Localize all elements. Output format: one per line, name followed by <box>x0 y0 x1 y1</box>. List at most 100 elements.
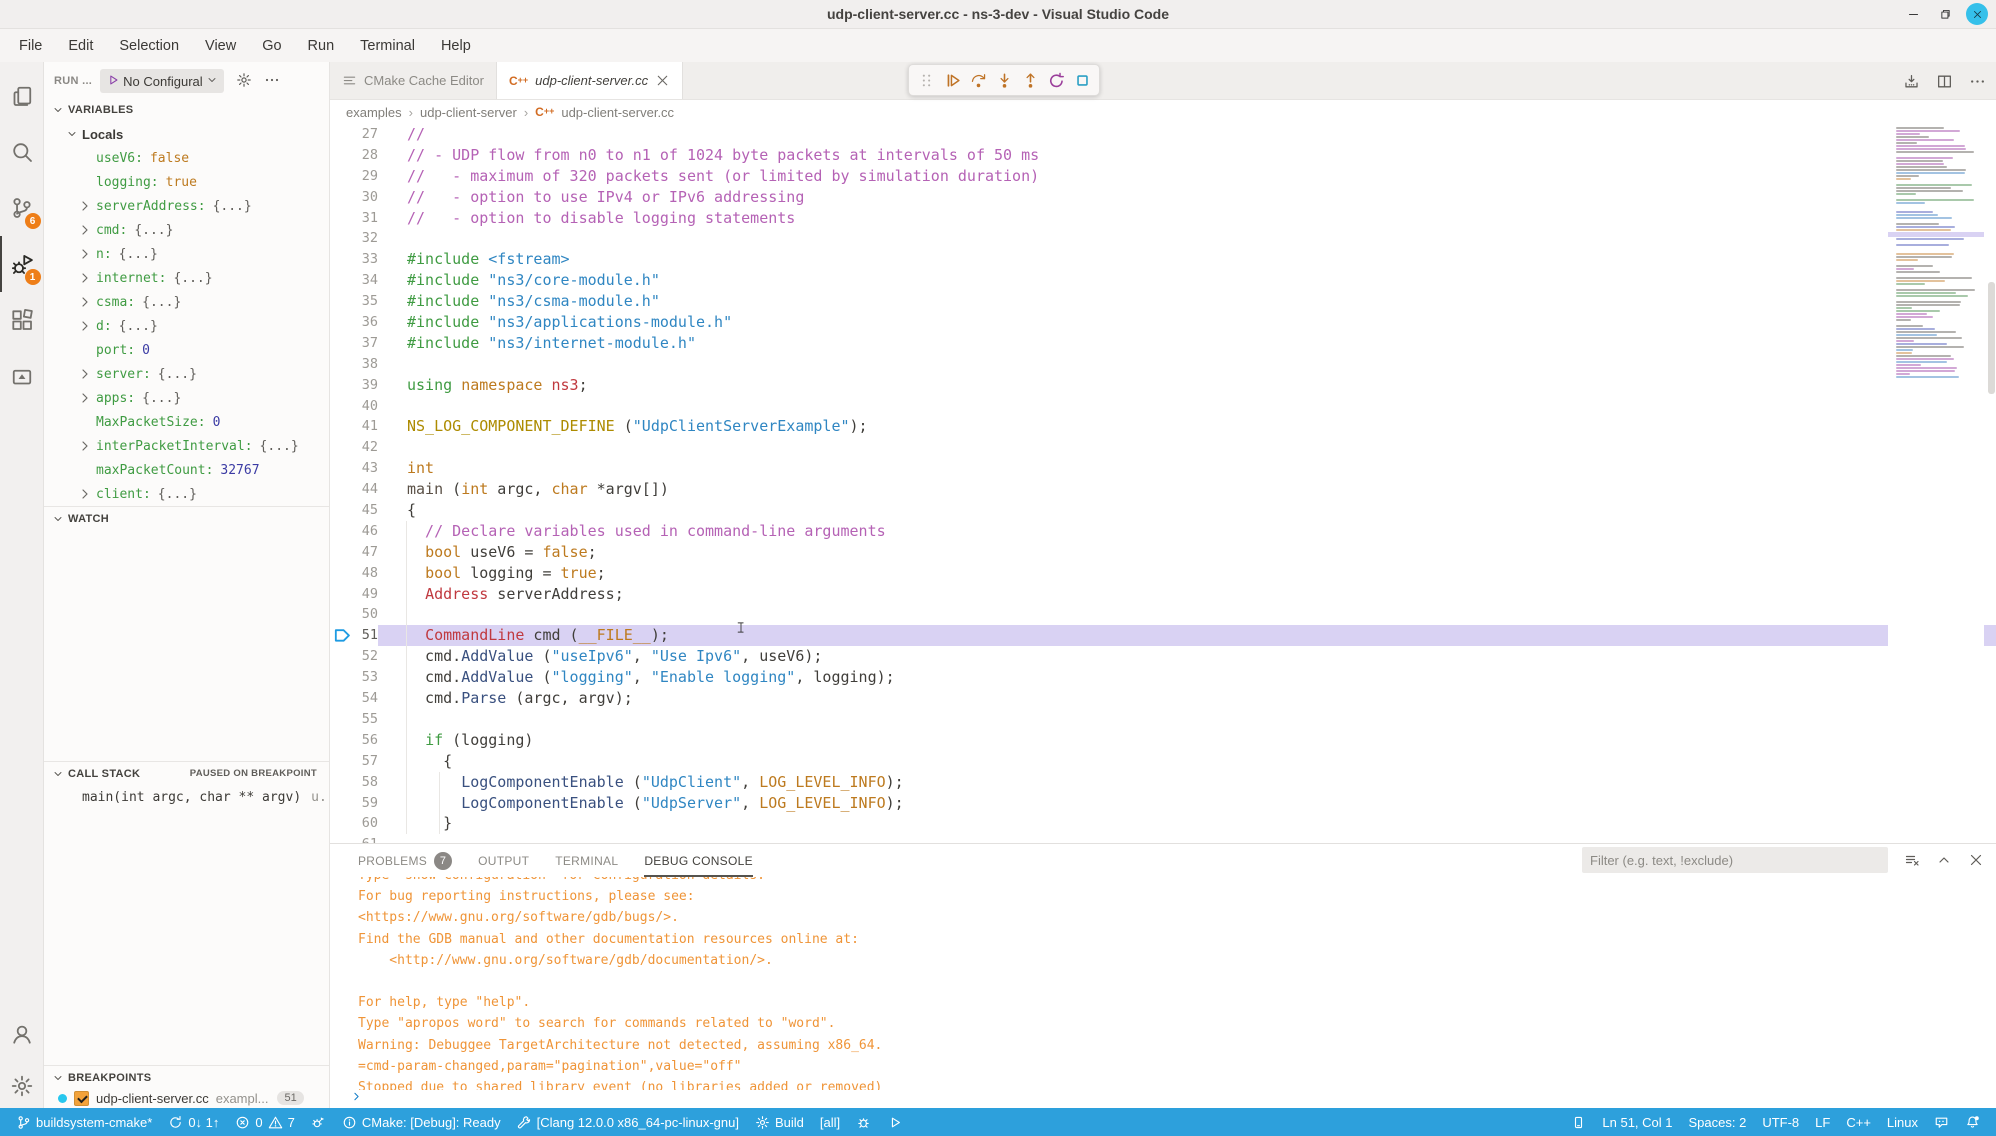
variable-row[interactable]: server:{...} <box>44 362 329 386</box>
activitybar-item-search[interactable] <box>0 124 44 180</box>
close-panel-icon[interactable] <box>1968 852 1984 868</box>
run-in-panel-icon[interactable] <box>1903 73 1920 90</box>
launch-config-dropdown[interactable]: No Configural <box>100 69 224 93</box>
status-item-debug-alt-icon[interactable] <box>303 1115 334 1130</box>
menu-item-file[interactable]: File <box>6 38 55 54</box>
status-item-build[interactable]: Build <box>747 1115 812 1130</box>
status-item-buildsystem-cmake[interactable]: buildsystem-cmake* <box>8 1115 160 1130</box>
breakpoints-section-header[interactable]: BREAKPOINTS <box>44 1065 329 1089</box>
scrollbar-thumb[interactable] <box>1988 282 1995 394</box>
code-line[interactable]: 47 bool useV6 = false; <box>330 542 1996 563</box>
code-line[interactable]: 46 // Declare variables used in command-… <box>330 521 1996 542</box>
status-item-linux[interactable]: Linux <box>1879 1115 1926 1130</box>
menu-item-edit[interactable]: Edit <box>55 38 106 54</box>
code-line[interactable]: 57 { <box>330 751 1996 772</box>
code-line[interactable]: 40 <box>330 396 1996 417</box>
debug-console-output[interactable]: Type "show configuration" for configurat… <box>330 877 1996 1090</box>
debug-more-actions-button[interactable] <box>264 72 280 91</box>
breadcrumb-item-udp-client-server-cc[interactable]: udp-client-server.cc <box>561 105 674 120</box>
variables-section-header[interactable]: VARIABLES <box>44 98 329 122</box>
status-item-feedback-icon[interactable] <box>1926 1115 1957 1130</box>
code-line[interactable]: 45{ <box>330 500 1996 521</box>
more-actions-icon[interactable] <box>1969 73 1986 90</box>
title-bar[interactable]: udp-client-server.cc - ns-3-dev - Visual… <box>0 0 1996 29</box>
step-over-button[interactable] <box>970 72 987 89</box>
stop-button[interactable] <box>1074 72 1091 89</box>
continue-button[interactable] <box>944 72 961 89</box>
code-line[interactable]: 59 LogComponentEnable ("UdpServer", LOG_… <box>330 793 1996 814</box>
variables-scope-locals[interactable]: Locals <box>44 122 329 146</box>
code-line[interactable]: 51 CommandLine cmd (__FILE__); <box>330 625 1996 646</box>
restore-button[interactable] <box>1934 3 1956 25</box>
code-line[interactable]: 43int <box>330 458 1996 479</box>
menu-item-selection[interactable]: Selection <box>106 38 192 54</box>
panel-tab-debug-console[interactable]: DEBUG CONSOLE <box>644 844 753 877</box>
code-line[interactable]: 41NS_LOG_COMPONENT_DEFINE ("UdpClientSer… <box>330 416 1996 437</box>
code-line[interactable]: 52 cmd.AddValue ("useIpv6", "Use Ipv6", … <box>330 646 1996 667</box>
code-line[interactable]: 37#include "ns3/internet-module.h" <box>330 333 1996 354</box>
menu-item-go[interactable]: Go <box>249 38 294 54</box>
debug-settings-gear-button[interactable] <box>236 72 252 91</box>
status-item-0[interactable]: 07 <box>227 1115 302 1130</box>
variable-row[interactable]: n:{...} <box>44 242 329 266</box>
variable-row[interactable]: csma:{...} <box>44 290 329 314</box>
code-line[interactable]: 35#include "ns3/csma-module.h" <box>330 291 1996 312</box>
code-line[interactable]: 28// - UDP flow from n0 to n1 of 1024 by… <box>330 145 1996 166</box>
variable-row[interactable]: client:{...} <box>44 482 329 506</box>
variable-row[interactable]: logging:true <box>44 170 329 194</box>
status-item-cmake-debug-ready[interactable]: CMake: [Debug]: Ready <box>334 1115 509 1130</box>
breadcrumb-item-udp-client-server[interactable]: udp-client-server <box>420 105 517 120</box>
code-editor[interactable]: 27//28// - UDP flow from n0 to n1 of 102… <box>330 124 1996 843</box>
menu-item-view[interactable]: View <box>192 38 249 54</box>
menu-item-run[interactable]: Run <box>295 38 348 54</box>
panel-tab-problems[interactable]: PROBLEMS7 <box>358 844 452 877</box>
code-line[interactable]: 55 <box>330 709 1996 730</box>
variable-row[interactable]: apps:{...} <box>44 386 329 410</box>
split-editor-icon[interactable] <box>1936 73 1953 90</box>
breakpoint-item[interactable]: udp-client-server.cc exampl... 51 <box>44 1087 329 1108</box>
close-button[interactable] <box>1966 3 1988 25</box>
minimap[interactable] <box>1888 124 1984 843</box>
console-prompt[interactable] <box>350 1090 363 1106</box>
call-stack-frame[interactable]: main(int argc, char ** argv) u. <box>44 785 329 809</box>
status-item-c[interactable]: C++ <box>1838 1115 1879 1130</box>
menu-item-help[interactable]: Help <box>428 38 484 54</box>
code-line[interactable]: 36#include "ns3/applications-module.h" <box>330 312 1996 333</box>
tab-cmake-cache-editor[interactable]: CMake Cache Editor <box>330 62 497 99</box>
restart-button[interactable] <box>1048 72 1065 89</box>
code-line[interactable]: 29// - maximum of 320 packets sent (or l… <box>330 166 1996 187</box>
status-item-bug-icon[interactable] <box>848 1115 879 1130</box>
variable-row[interactable]: MaxPacketSize:0 <box>44 410 329 434</box>
code-line[interactable]: 33#include <fstream> <box>330 249 1996 270</box>
panel-tab-terminal[interactable]: TERMINAL <box>555 844 618 877</box>
watch-section-header[interactable]: WATCH <box>44 506 329 530</box>
variable-row[interactable]: useV6:false <box>44 146 329 170</box>
status-item-all[interactable]: [all] <box>812 1115 848 1130</box>
code-line[interactable]: 39using namespace ns3; <box>330 375 1996 396</box>
breakpoint-checkbox[interactable] <box>74 1091 89 1106</box>
code-line[interactable]: 34#include "ns3/core-module.h" <box>330 270 1996 291</box>
activitybar-item-extensions[interactable] <box>0 292 44 348</box>
drag-handle-button[interactable] <box>918 72 935 89</box>
code-line[interactable]: 27// <box>330 124 1996 145</box>
variable-row[interactable]: d:{...} <box>44 314 329 338</box>
step-into-button[interactable] <box>996 72 1013 89</box>
activitybar-item-source-control[interactable]: 6 <box>0 180 44 236</box>
activitybar-item-run-and-debug[interactable]: 1 <box>0 236 44 292</box>
console-filter-input[interactable] <box>1582 847 1888 873</box>
status-item-play-icon[interactable] <box>879 1115 910 1130</box>
step-out-button[interactable] <box>1022 72 1039 89</box>
status-item-ln-51-col-1[interactable]: Ln 51, Col 1 <box>1594 1115 1680 1130</box>
code-line[interactable]: 32 <box>330 228 1996 249</box>
variable-row[interactable]: cmd:{...} <box>44 218 329 242</box>
activitybar-item-account[interactable] <box>0 1018 44 1050</box>
status-item-utf-8[interactable]: UTF-8 <box>1754 1115 1807 1130</box>
code-line[interactable]: 56 if (logging) <box>330 730 1996 751</box>
code-line[interactable]: 53 cmd.AddValue ("logging", "Enable logg… <box>330 667 1996 688</box>
variable-row[interactable]: maxPacketCount:32767 <box>44 458 329 482</box>
panel-tab-output[interactable]: OUTPUT <box>478 844 529 877</box>
variable-row[interactable]: serverAddress:{...} <box>44 194 329 218</box>
status-item-0-1[interactable]: 0↓ 1↑ <box>160 1115 227 1130</box>
code-line[interactable]: 31// - option to disable logging stateme… <box>330 208 1996 229</box>
activitybar-item-explorer[interactable] <box>0 68 44 124</box>
